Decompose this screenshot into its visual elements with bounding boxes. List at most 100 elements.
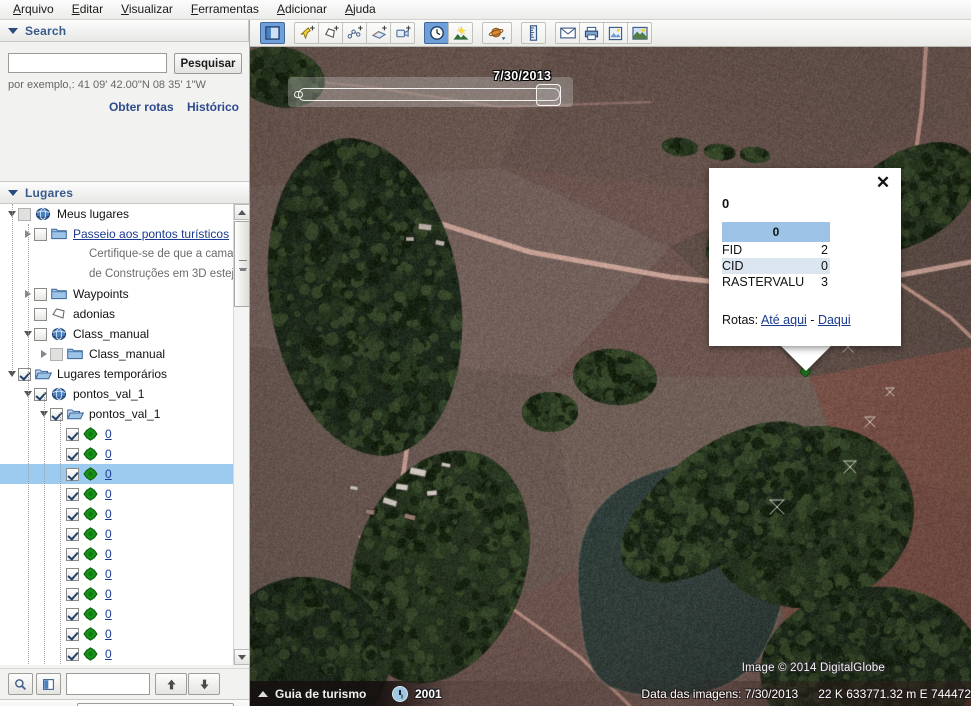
tree-item-checkbox[interactable]: [66, 507, 79, 521]
tree-item[interactable]: Meus lugares: [0, 204, 233, 224]
tree-item[interactable]: 0: [0, 604, 233, 624]
tree-item-label[interactable]: 0: [105, 607, 112, 621]
move-up-button[interactable]: [155, 673, 187, 695]
tree-item[interactable]: adonias: [0, 304, 233, 324]
tree-item-label[interactable]: 0: [105, 487, 112, 501]
tree-item-label[interactable]: 0: [105, 547, 112, 561]
earth-gallery-button[interactable]: Galeria do Google Earth »: [76, 702, 234, 706]
route-to-here-link[interactable]: Até aqui: [761, 313, 807, 327]
tree-item-checkbox[interactable]: [66, 607, 79, 621]
tree-item-checkbox[interactable]: [66, 527, 79, 541]
places-tree[interactable]: Meus lugares Passeio aos pontos turístico…: [0, 204, 233, 665]
tree-item[interactable]: Class_manual: [0, 344, 233, 364]
tree-item-label[interactable]: Passeio aos pontos turísticos: [73, 227, 229, 241]
tree-item-label[interactable]: 0: [105, 447, 112, 461]
menu-adicionar[interactable]: Adicionar: [268, 0, 336, 19]
history-link[interactable]: Histórico: [187, 100, 239, 114]
print-button[interactable]: [579, 22, 604, 44]
places-search-button[interactable]: [8, 673, 33, 695]
tree-item-checkbox[interactable]: [66, 467, 79, 481]
tree-item-checkbox[interactable]: [50, 407, 63, 421]
record-tour-button[interactable]: +: [390, 22, 415, 44]
menu-ajuda[interactable]: Ajuda: [336, 0, 385, 19]
tree-item-label[interactable]: 0: [105, 567, 112, 581]
menu-ferramentas[interactable]: Ferramentas: [182, 0, 268, 19]
places-filter-input[interactable]: [66, 673, 150, 695]
tree-item[interactable]: 0: [0, 444, 233, 464]
tree-item-checkbox[interactable]: [66, 567, 79, 581]
tree-item-label[interactable]: 0: [105, 427, 112, 441]
add-placemark-button[interactable]: +: [294, 22, 319, 44]
tree-item[interactable]: 0: [0, 544, 233, 564]
tree-item[interactable]: Class_manual: [0, 324, 233, 344]
scroll-down-button[interactable]: [234, 649, 250, 665]
tree-item-checkbox[interactable]: [34, 327, 47, 341]
tree-item-checkbox[interactable]: [66, 427, 79, 441]
time-slider[interactable]: 7/30/2013: [288, 69, 573, 107]
time-slider-thumb[interactable]: [536, 84, 561, 106]
tree-item[interactable]: 0: [0, 464, 233, 484]
tree-item-label[interactable]: 0: [105, 587, 112, 601]
scrollbar-thumb[interactable]: [234, 221, 250, 307]
tree-item[interactable]: 0: [0, 564, 233, 584]
tree-item-checkbox[interactable]: [34, 307, 47, 321]
tour-guide-button[interactable]: Guia de turismo: [250, 681, 380, 706]
tree-item-checkbox[interactable]: [18, 367, 31, 381]
email-button[interactable]: [555, 22, 580, 44]
get-directions-link[interactable]: Obter rotas: [109, 100, 174, 114]
tree-item[interactable]: Lugares temporários: [0, 364, 233, 384]
close-icon[interactable]: ✕: [874, 174, 892, 192]
historical-imagery-button[interactable]: [424, 22, 449, 44]
tree-item-checkbox[interactable]: [34, 387, 47, 401]
tree-item-checkbox[interactable]: [18, 207, 31, 221]
route-from-here-link[interactable]: Daqui: [818, 313, 851, 327]
tree-item-checkbox[interactable]: [34, 287, 47, 301]
tree-item-checkbox[interactable]: [66, 547, 79, 561]
tree-item-checkbox[interactable]: [66, 587, 79, 601]
tree-item[interactable]: 0: [0, 584, 233, 604]
toggle-sidebar-button[interactable]: [260, 22, 285, 44]
places-tree-scrollbar[interactable]: [233, 204, 250, 665]
tree-item[interactable]: pontos_val_1: [0, 404, 233, 424]
scroll-up-button[interactable]: [234, 204, 250, 220]
tree-item[interactable]: 0: [0, 644, 233, 664]
tree-item-label[interactable]: 0: [105, 647, 112, 661]
tree-item-checkbox[interactable]: [66, 487, 79, 501]
tree-item[interactable]: Waypoints: [0, 284, 233, 304]
places-panel-header[interactable]: Lugares: [0, 181, 249, 204]
tree-item-checkbox[interactable]: [66, 647, 79, 661]
tree-item[interactable]: 0: [0, 624, 233, 644]
ruler-button[interactable]: [521, 22, 546, 44]
menu-visualizar[interactable]: Visualizar: [112, 0, 182, 19]
tree-item-label[interactable]: 0: [105, 527, 112, 541]
add-image-overlay-button[interactable]: +: [366, 22, 391, 44]
view-in-maps-button[interactable]: [627, 22, 652, 44]
move-down-button[interactable]: [188, 673, 220, 695]
search-button[interactable]: Pesquisar: [174, 53, 242, 74]
menu-arquivo[interactable]: Arquivo: [4, 0, 63, 19]
sunlight-button[interactable]: [448, 22, 473, 44]
tree-item[interactable]: 0: [0, 424, 233, 444]
tree-item-checkbox[interactable]: [50, 347, 63, 361]
tree-item-checkbox[interactable]: [66, 447, 79, 461]
tree-item[interactable]: 0: [0, 504, 233, 524]
save-image-button[interactable]: [603, 22, 628, 44]
tree-item-checkbox[interactable]: [34, 227, 47, 241]
tree-item-checkbox[interactable]: [66, 627, 79, 641]
add-polygon-button[interactable]: +: [318, 22, 343, 44]
tree-item-label[interactable]: 0: [105, 627, 112, 641]
tree-item-label[interactable]: 0: [105, 507, 112, 521]
tree-item-label[interactable]: 0: [105, 467, 112, 481]
tree-item[interactable]: Passeio aos pontos turísticos: [0, 224, 233, 244]
tree-item[interactable]: 0: [0, 524, 233, 544]
tree-item[interactable]: pontos_val_1: [0, 384, 233, 404]
places-view-button[interactable]: [36, 673, 61, 695]
time-slider-track[interactable]: [298, 88, 560, 101]
search-input[interactable]: [8, 53, 167, 73]
switch-planet-button[interactable]: [482, 22, 512, 44]
add-path-button[interactable]: +: [342, 22, 367, 44]
expand-icon[interactable]: [38, 349, 49, 360]
map-viewport[interactable]: 7/30/2013 ✕ 0 0 FID 2 CID 0 RASTERVALU 3…: [250, 47, 971, 706]
tree-item[interactable]: 0: [0, 484, 233, 504]
menu-editar[interactable]: Editar: [63, 0, 112, 19]
